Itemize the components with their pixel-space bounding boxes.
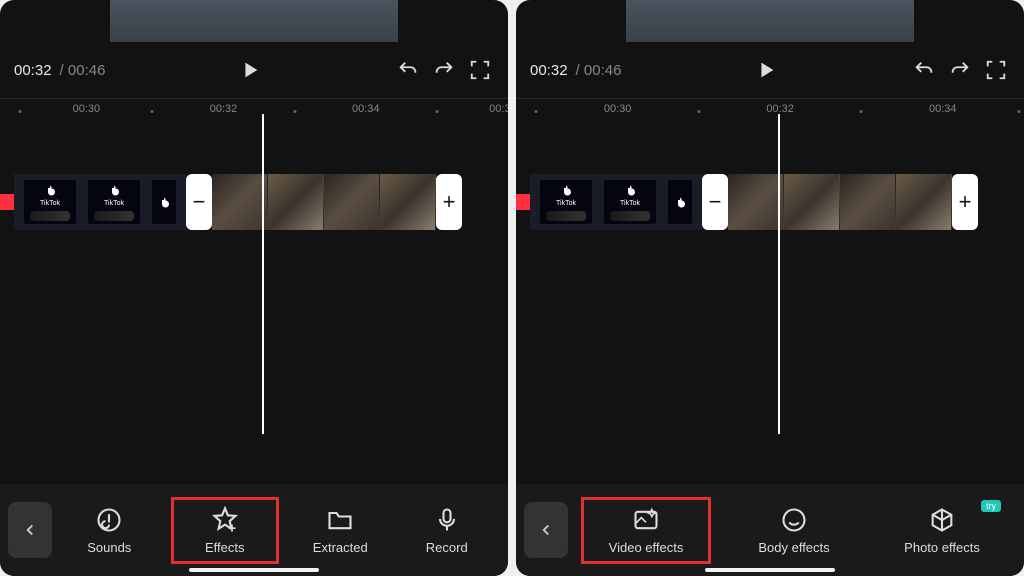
undo-button[interactable]	[394, 56, 422, 84]
current-time: 00:32	[530, 62, 568, 79]
total-time: / 00:46	[576, 62, 622, 79]
video-track: TikTok TikTok − +	[530, 174, 978, 230]
tool-record[interactable]: Record	[402, 502, 492, 559]
ruler-tick: 00:30	[73, 103, 101, 115]
video-preview	[626, 0, 914, 42]
try-badge: try	[981, 500, 1001, 512]
clip-trim-handle-left[interactable]: −	[186, 174, 212, 230]
clip-thumb: TikTok	[604, 180, 656, 224]
bottom-toolbar: Video effects Body effects try Photo eff…	[516, 484, 1024, 576]
back-button[interactable]	[524, 502, 568, 558]
undo-button[interactable]	[910, 56, 938, 84]
home-indicator[interactable]	[705, 568, 835, 572]
timeline-ruler[interactable]: 00:30 00:32 00:34 00:36	[0, 98, 508, 124]
tool-label: Record	[426, 540, 468, 555]
fullscreen-button[interactable]	[466, 56, 494, 84]
redo-button[interactable]	[430, 56, 458, 84]
clip-thumb: TikTok	[88, 180, 140, 224]
tool-photo-effects[interactable]: try Photo effects	[877, 502, 1007, 559]
tool-label: Video effects	[609, 540, 684, 555]
editor-panel-left: 00:32 / 00:46 00:30 00:32 00:34 00:36	[0, 0, 508, 576]
redo-button[interactable]	[946, 56, 974, 84]
ruler-tick: 00:36	[489, 103, 508, 115]
clip-add-button[interactable]: +	[436, 174, 462, 230]
clip-tiktok[interactable]: TikTok TikTok	[14, 174, 186, 230]
ruler-tick: 00:34	[929, 103, 957, 115]
video-preview	[110, 0, 398, 42]
tool-video-effects[interactable]: Video effects	[581, 497, 711, 564]
clip-trim-handle-left[interactable]: −	[702, 174, 728, 230]
tool-label: Photo effects	[904, 540, 980, 555]
cube-icon	[928, 506, 956, 534]
fullscreen-button[interactable]	[982, 56, 1010, 84]
clip-main[interactable]	[728, 174, 952, 230]
total-time: / 00:46	[60, 62, 106, 79]
playback-controls: 00:32 / 00:46	[516, 42, 1024, 94]
tool-body-effects[interactable]: Body effects	[729, 502, 859, 559]
current-time: 00:32	[14, 62, 52, 79]
clip-add-button[interactable]: +	[952, 174, 978, 230]
tool-label: Effects	[205, 540, 245, 555]
tool-label: Sounds	[87, 540, 131, 555]
timeline-ruler[interactable]: 00:30 00:32 00:34	[516, 98, 1024, 124]
image-sparkle-icon	[632, 506, 660, 534]
play-button[interactable]	[752, 56, 780, 84]
tool-label: Body effects	[758, 540, 829, 555]
timeline-area[interactable]: TikTok TikTok − +	[0, 154, 508, 264]
ruler-tick: 00:34	[352, 103, 380, 115]
microphone-icon	[433, 506, 461, 534]
ruler-tick: 00:32	[210, 103, 238, 115]
tool-effects[interactable]: Effects	[171, 497, 279, 564]
timeline-area[interactable]: TikTok TikTok − +	[516, 154, 1024, 264]
clip-thumb	[668, 180, 692, 224]
clip-tiktok[interactable]: TikTok TikTok	[530, 174, 702, 230]
clip-main[interactable]	[212, 174, 436, 230]
bottom-toolbar: Sounds Effects Extracted Record	[0, 484, 508, 576]
home-indicator[interactable]	[189, 568, 319, 572]
video-track: TikTok TikTok − +	[14, 174, 462, 230]
playback-controls: 00:32 / 00:46	[0, 42, 508, 94]
play-button[interactable]	[236, 56, 264, 84]
editor-panel-right: 00:32 / 00:46 00:30 00:32 00:34	[516, 0, 1024, 576]
playhead[interactable]	[262, 114, 264, 434]
clip-thumb: TikTok	[540, 180, 592, 224]
ruler-tick: 00:32	[766, 103, 794, 115]
tool-sounds[interactable]: Sounds	[64, 502, 154, 559]
playhead[interactable]	[778, 114, 780, 434]
back-button[interactable]	[8, 502, 52, 558]
star-icon	[211, 506, 239, 534]
clip-thumb	[152, 180, 176, 224]
tool-extracted[interactable]: Extracted	[295, 502, 385, 559]
face-icon	[780, 506, 808, 534]
clip-thumb: TikTok	[24, 180, 76, 224]
folder-icon	[326, 506, 354, 534]
ruler-tick: 00:30	[604, 103, 632, 115]
tool-label: Extracted	[313, 540, 368, 555]
music-note-icon	[95, 506, 123, 534]
